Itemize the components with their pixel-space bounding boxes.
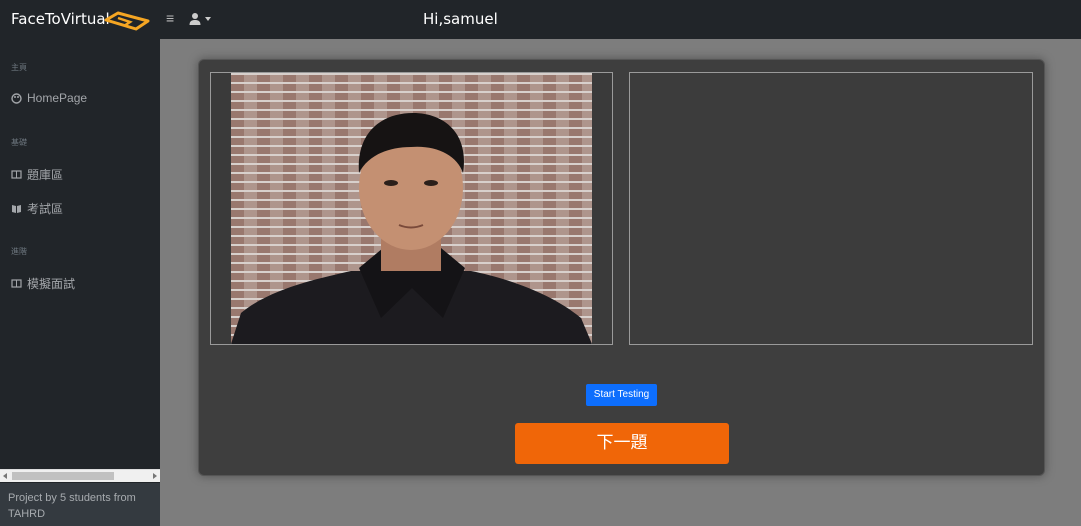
sidebar-item-question-bank[interactable]: 題庫區 [11, 166, 63, 183]
user-menu-toggle[interactable] [188, 11, 214, 27]
scroll-left-icon[interactable] [3, 473, 7, 479]
start-testing-button[interactable]: Start Testing [586, 384, 657, 406]
sidebar-item-label: 考試區 [27, 202, 64, 216]
user-icon [189, 13, 201, 25]
scroll-right-icon[interactable] [153, 473, 157, 479]
hamburger-icon[interactable]: ≡ [166, 10, 174, 26]
scrollbar-thumb[interactable] [12, 472, 114, 480]
sidebar-item-label: HomePage [27, 91, 88, 105]
top-navbar: FaceToVirtual ≡ Hi,samuel [0, 0, 1081, 39]
book-icon [12, 205, 21, 213]
sidebar-item-mock-interview[interactable]: 模擬面試 [11, 275, 75, 292]
table-icon [11, 170, 22, 179]
table-icon [11, 279, 22, 288]
sidebar-footer: Project by 5 students from TAHRD [0, 483, 160, 526]
sidebar-item-label: 題庫區 [27, 168, 64, 182]
camera-feed [231, 73, 592, 344]
person-silhouette [231, 113, 592, 344]
sidebar: 主頁 HomePage 基礎 題庫區 考試區 進階 模擬面試 Project b… [0, 39, 160, 526]
result-display-box [629, 72, 1033, 345]
brand-logo[interactable] [104, 10, 150, 32]
interview-panel: Start Testing 下一題 [198, 59, 1045, 476]
sidebar-item-homepage[interactable]: HomePage [11, 91, 87, 105]
caret-down-icon [205, 17, 211, 21]
palette-icon [11, 92, 22, 104]
next-question-button[interactable]: 下一題 [515, 423, 729, 464]
sidebar-heading-main: 主頁 [11, 63, 27, 72]
sidebar-item-label: 模擬面試 [27, 277, 76, 291]
brand-name[interactable]: FaceToVirtual [11, 10, 110, 28]
sidebar-horizontal-scrollbar[interactable] [0, 469, 160, 482]
camera-preview-box [210, 72, 613, 345]
sidebar-heading-advanced: 進階 [11, 247, 27, 256]
sidebar-item-exam[interactable]: 考試區 [11, 200, 63, 217]
user-greeting: Hi,samuel [423, 10, 498, 28]
sidebar-heading-basic: 基礎 [11, 138, 27, 147]
